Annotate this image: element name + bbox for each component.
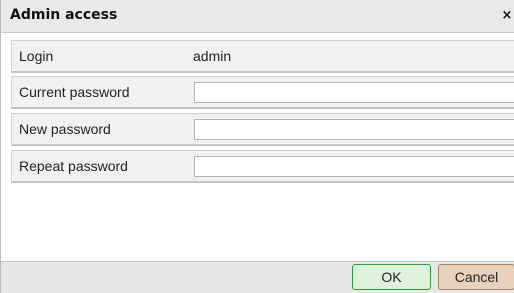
dialog-footer: OK Cancel xyxy=(1,261,514,293)
admin-access-dialog: Admin access × Login admin Current passw… xyxy=(0,0,514,293)
new-password-label: New password xyxy=(19,121,111,137)
login-row: Login admin xyxy=(11,40,514,73)
current-password-label: Current password xyxy=(19,84,130,100)
repeat-password-label: Repeat password xyxy=(19,158,128,174)
dialog-title: Admin access xyxy=(10,7,118,23)
current-password-input[interactable] xyxy=(194,82,514,103)
ok-button[interactable]: OK xyxy=(352,264,431,290)
repeat-password-row: Repeat password xyxy=(11,150,514,183)
close-icon[interactable]: × xyxy=(499,6,514,26)
dialog-titlebar: Admin access × xyxy=(1,0,514,33)
login-label: Login xyxy=(19,48,54,64)
login-value: admin xyxy=(193,48,232,64)
new-password-input[interactable] xyxy=(194,119,514,140)
current-password-row: Current password xyxy=(11,76,514,109)
cancel-button[interactable]: Cancel xyxy=(438,264,514,290)
new-password-row: New password xyxy=(11,113,514,146)
repeat-password-input[interactable] xyxy=(194,156,514,177)
